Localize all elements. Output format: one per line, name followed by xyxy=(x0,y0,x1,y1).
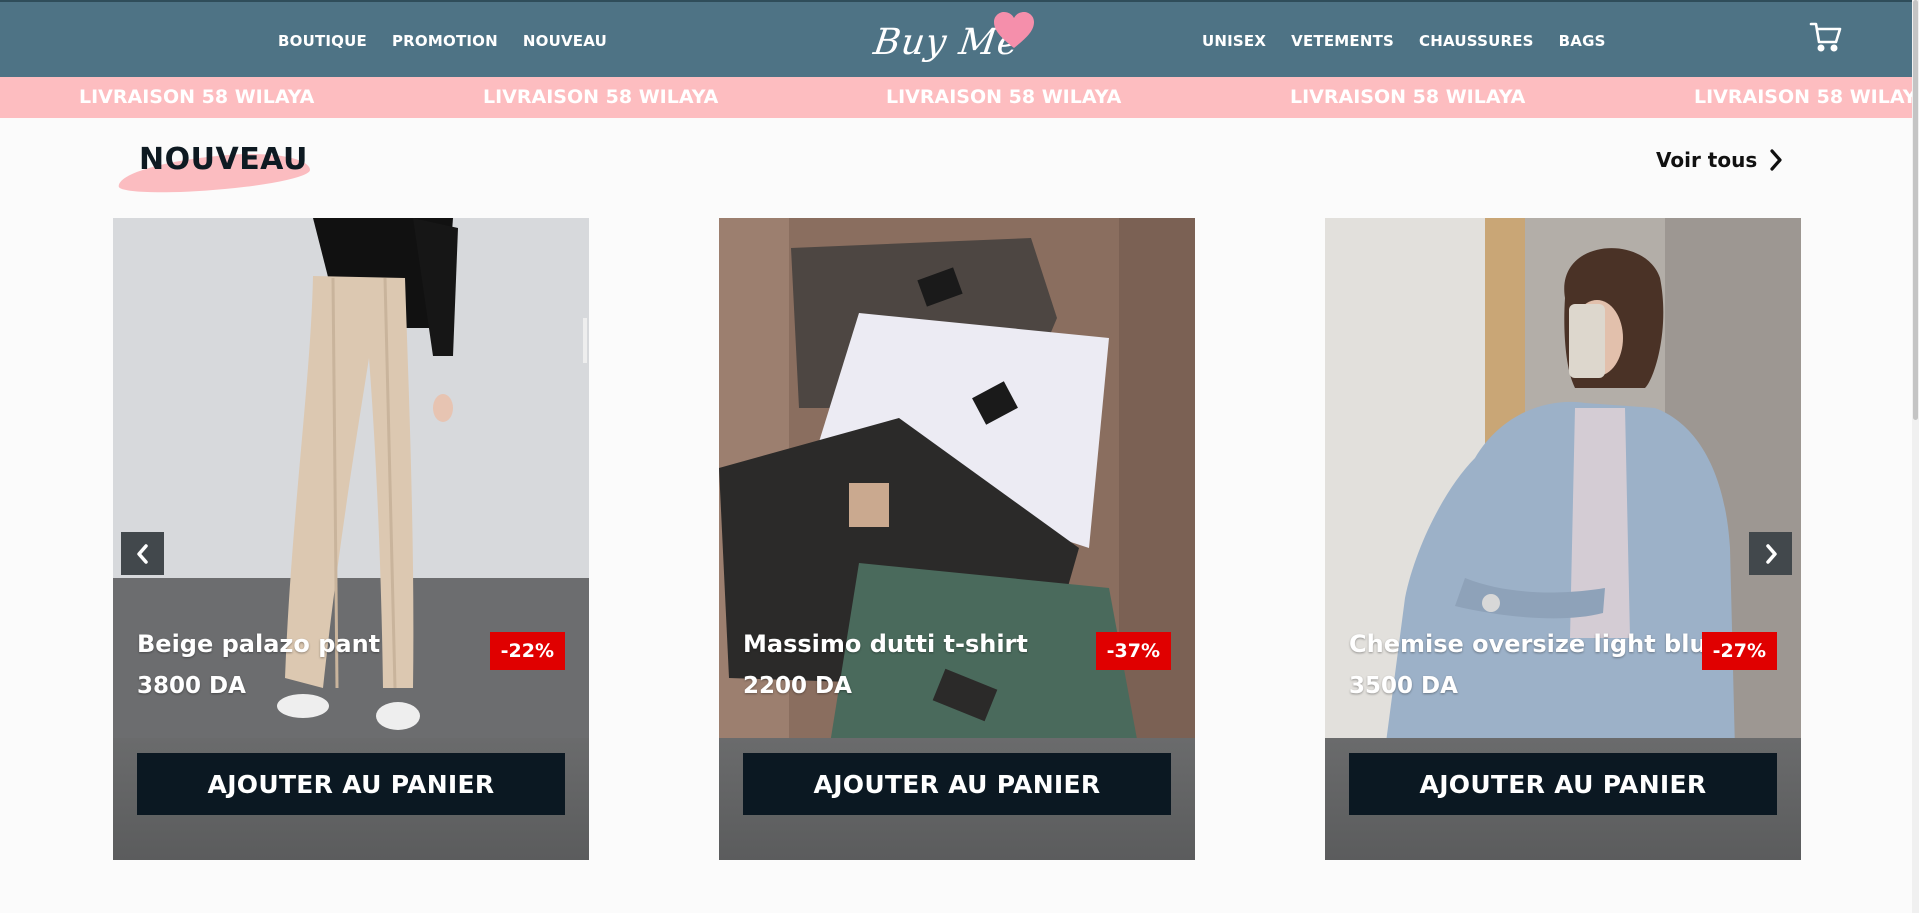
logo[interactable]: Buy Me xyxy=(871,10,1039,70)
section-heading: NOUVEAU xyxy=(117,142,318,197)
cart-icon[interactable] xyxy=(1809,20,1843,54)
discount-badge: -37% xyxy=(1095,632,1171,670)
add-to-cart-button[interactable]: AJOUTER AU PANIER xyxy=(1349,753,1777,815)
nav-link-boutique[interactable]: BOUTIQUE xyxy=(278,32,367,50)
see-all-label: Voir tous xyxy=(1656,148,1758,172)
product-price: 3800 DA xyxy=(137,673,246,699)
chevron-left-icon xyxy=(136,543,148,564)
carousel-next-button[interactable] xyxy=(1749,532,1792,575)
section-title: NOUVEAU xyxy=(139,142,308,177)
nav-link-unisex[interactable]: UNISEX xyxy=(1202,32,1266,50)
nav-link-promotion[interactable]: PROMOTION xyxy=(392,32,498,50)
product-name: Chemise oversize light blue xyxy=(1349,630,1723,658)
product-image xyxy=(113,218,589,750)
nav-right: UNISEX VETEMENTS CHAUSSURES BAGS xyxy=(1202,2,1606,79)
product-card[interactable]: Massimo dutti t-shirt 2200 DA -37% AJOUT… xyxy=(719,218,1195,860)
nav-link-bags[interactable]: BAGS xyxy=(1559,32,1606,50)
see-all-link[interactable]: Voir tous xyxy=(1656,148,1783,172)
add-to-cart-button[interactable]: AJOUTER AU PANIER xyxy=(743,753,1171,815)
product-name: Massimo dutti t-shirt xyxy=(743,630,1028,658)
marquee-item: LIVRAISON 58 WILAYA xyxy=(79,86,315,108)
product-card[interactable]: Beige palazo pant 3800 DA -22% AJOUTER A… xyxy=(113,218,589,860)
discount-badge: -27% xyxy=(1701,632,1777,670)
heart-icon xyxy=(994,12,1034,48)
marquee-item: LIVRAISON 58 WILAYA xyxy=(483,86,719,108)
carousel-prev-button[interactable] xyxy=(121,532,164,575)
top-navbar: BOUTIQUE PROMOTION NOUVEAU Buy Me UNISEX… xyxy=(0,0,1919,77)
product-price: 2200 DA xyxy=(743,673,852,699)
marquee-item: LIVRAISON 58 WILAYA xyxy=(886,86,1122,108)
product-image xyxy=(1325,218,1801,750)
nav-link-nouveau[interactable]: NOUVEAU xyxy=(523,32,607,50)
page: BOUTIQUE PROMOTION NOUVEAU Buy Me UNISEX… xyxy=(0,0,1919,913)
product-image xyxy=(719,218,1195,750)
shipping-marquee: LIVRAISON 58 WILAYA LIVRAISON 58 WILAYA … xyxy=(0,77,1919,118)
product-price: 3500 DA xyxy=(1349,673,1458,699)
chevron-right-icon xyxy=(1770,149,1782,171)
product-card[interactable]: Chemise oversize light blue 3500 DA -27%… xyxy=(1325,218,1801,860)
scrollbar-thumb[interactable] xyxy=(1913,0,1918,420)
nav-link-vetements[interactable]: VETEMENTS xyxy=(1291,32,1394,50)
product-name: Beige palazo pant xyxy=(137,630,381,658)
chevron-right-icon xyxy=(1765,543,1777,564)
marquee-item: LIVRAISON 58 WILAYA xyxy=(1290,86,1526,108)
add-to-cart-button[interactable]: AJOUTER AU PANIER xyxy=(137,753,565,815)
discount-badge: -22% xyxy=(489,632,565,670)
marquee-item: LIVRAISON 58 WILAYA xyxy=(1694,86,1919,108)
nav-left: BOUTIQUE PROMOTION NOUVEAU xyxy=(278,2,607,79)
nav-link-chaussures[interactable]: CHAUSSURES xyxy=(1419,32,1534,50)
